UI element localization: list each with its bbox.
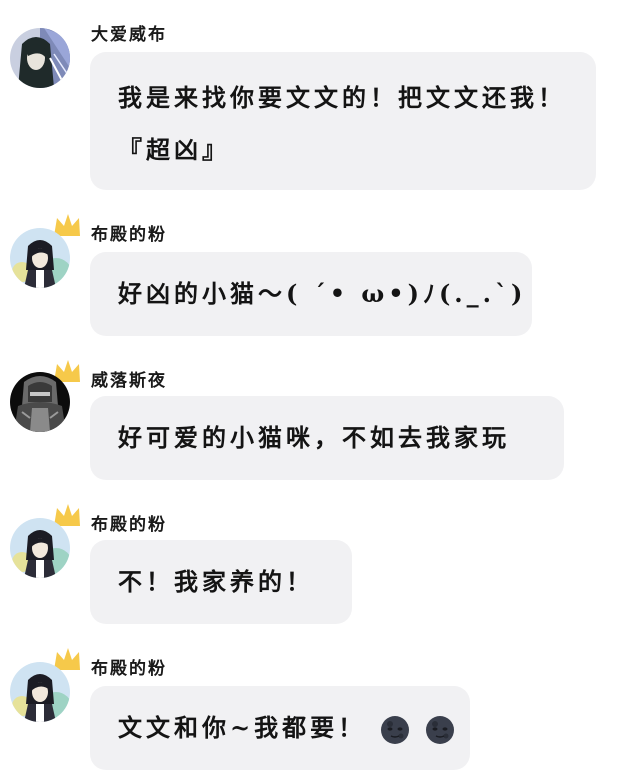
sender-name[interactable]: 布殿的粉 bbox=[91, 220, 167, 245]
message-text: 文文和你~我都要！ bbox=[118, 713, 367, 742]
sender-name[interactable]: 布殿的粉 bbox=[91, 654, 167, 679]
long-hair-character-avatar-icon[interactable] bbox=[10, 28, 70, 88]
new-moon-face-icon bbox=[381, 715, 410, 744]
message-bubble[interactable]: 好可爱的小猫咪，不如去我家玩 bbox=[90, 396, 564, 480]
anime-boy-avatar-icon[interactable] bbox=[10, 228, 70, 288]
message-bubble[interactable]: 不！我家养的！ bbox=[90, 540, 352, 624]
message-bubble[interactable]: 好凶的小猫～( ´• ω•)ﾉ(._.`) bbox=[90, 252, 532, 336]
message-bubble[interactable]: 我是来找你要文文的！把文文还我！『超凶』 bbox=[90, 52, 596, 190]
anime-boy-avatar-icon[interactable] bbox=[10, 518, 70, 578]
new-moon-face-icon bbox=[425, 715, 454, 744]
sender-name[interactable]: 大爱威布 bbox=[91, 20, 167, 45]
dark-knight-avatar-icon[interactable] bbox=[10, 372, 70, 432]
anime-boy-avatar-icon[interactable] bbox=[10, 662, 70, 722]
message-bubble[interactable]: 文文和你~我都要！ bbox=[90, 686, 470, 770]
sender-name[interactable]: 布殿的粉 bbox=[91, 510, 167, 535]
sender-name[interactable]: 威落斯夜 bbox=[91, 366, 167, 391]
